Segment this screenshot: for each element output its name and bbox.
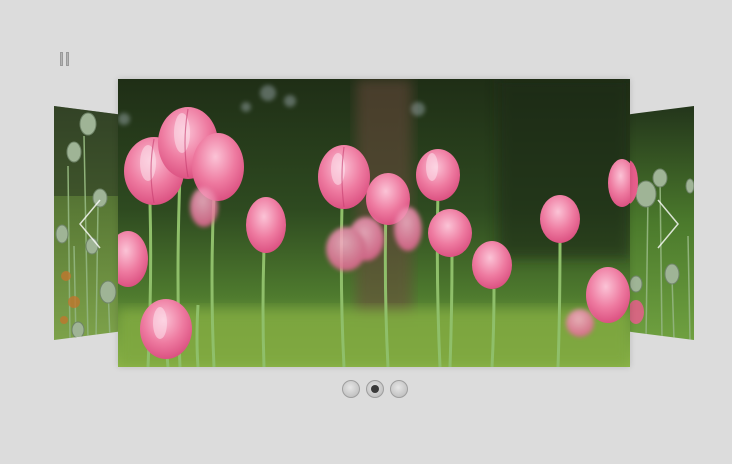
pagination-dot-1[interactable] xyxy=(342,380,360,398)
pause-button[interactable] xyxy=(58,50,74,68)
image-slider xyxy=(0,0,732,464)
next-button[interactable] xyxy=(654,196,682,252)
slide-current[interactable] xyxy=(118,79,630,367)
chevron-right-icon xyxy=(657,199,679,249)
pause-icon xyxy=(60,52,63,66)
chevron-left-icon xyxy=(79,199,101,249)
previous-button[interactable] xyxy=(76,196,104,252)
pagination-dot-2[interactable] xyxy=(366,380,384,398)
pagination xyxy=(342,380,408,400)
pagination-dot-3[interactable] xyxy=(390,380,408,398)
